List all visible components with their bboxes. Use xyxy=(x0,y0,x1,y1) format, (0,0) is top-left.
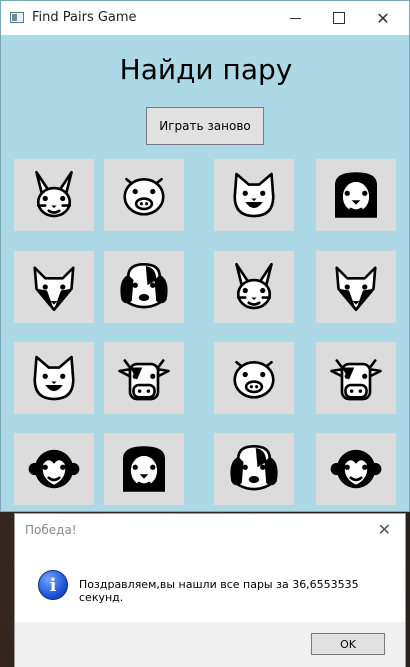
card-rabbit[interactable] xyxy=(214,251,294,323)
dialog-message: Поздравляем,вы нашли все пары за 36,6553… xyxy=(79,578,359,604)
cow-icon xyxy=(330,359,382,401)
card-monkey[interactable] xyxy=(316,433,396,505)
card-cat[interactable] xyxy=(214,159,294,231)
fox-icon xyxy=(335,266,377,312)
card-monkey[interactable] xyxy=(14,433,94,505)
rabbit-icon xyxy=(35,170,73,218)
lion-icon xyxy=(123,446,165,492)
card-fox[interactable] xyxy=(316,251,396,323)
victory-dialog: Победа! ✕ i Поздравляем,вы нашли все пар… xyxy=(14,513,406,667)
card-cow[interactable] xyxy=(316,342,396,414)
game-window: Find Pairs Game ✕ Найди пару Играть зано… xyxy=(0,0,410,512)
card-dog[interactable] xyxy=(104,251,184,323)
lion-icon xyxy=(335,172,377,218)
dog-icon xyxy=(230,444,278,491)
monkey-icon xyxy=(330,449,382,489)
ok-button[interactable]: OK xyxy=(311,633,385,655)
card-lion[interactable] xyxy=(104,433,184,505)
cat-icon xyxy=(233,172,275,218)
cards-grid xyxy=(1,1,410,513)
card-dog[interactable] xyxy=(214,433,294,505)
card-cow[interactable] xyxy=(104,342,184,414)
cat-icon xyxy=(33,355,75,401)
dog-icon xyxy=(120,262,168,309)
card-rabbit[interactable] xyxy=(14,159,94,231)
card-pig[interactable] xyxy=(214,342,294,414)
card-pig[interactable] xyxy=(104,159,184,231)
card-lion[interactable] xyxy=(316,159,396,231)
monkey-icon xyxy=(28,449,80,489)
dialog-title: Победа! xyxy=(25,523,77,537)
info-icon: i xyxy=(38,570,68,600)
cow-icon xyxy=(118,359,170,401)
rabbit-icon xyxy=(235,262,273,310)
pig-icon xyxy=(123,177,165,216)
fox-icon xyxy=(33,266,75,312)
card-fox[interactable] xyxy=(14,251,94,323)
card-cat[interactable] xyxy=(14,342,94,414)
pig-icon xyxy=(233,360,275,399)
dialog-close-icon[interactable]: ✕ xyxy=(378,520,391,539)
